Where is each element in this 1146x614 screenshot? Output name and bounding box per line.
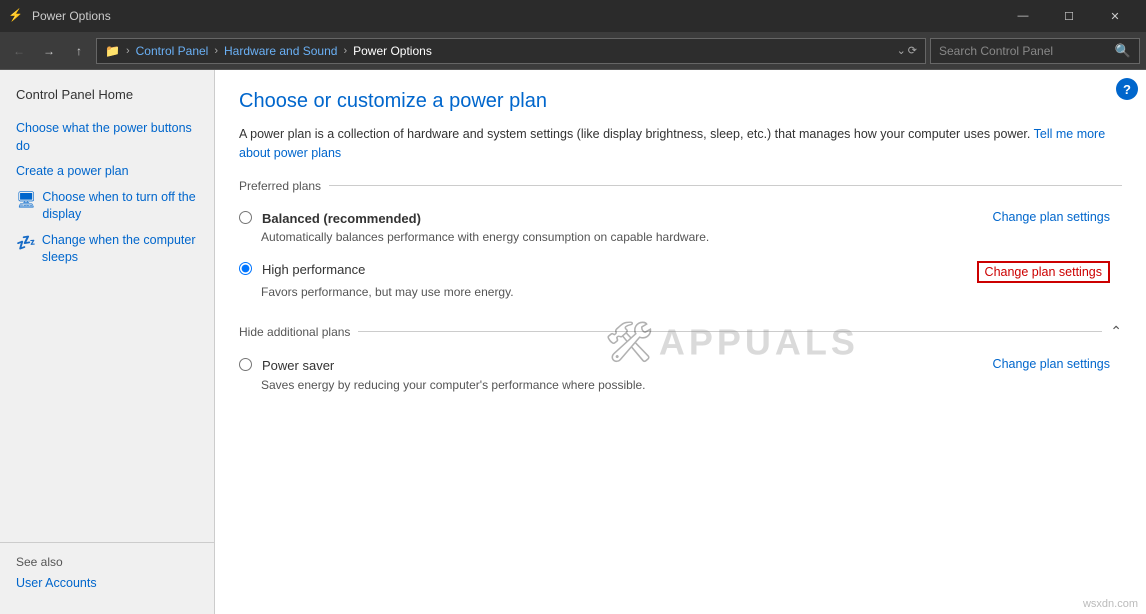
window-controls: — ☐ ✕ (1000, 0, 1138, 32)
plan-change-link-high-performance[interactable]: Change plan settings (977, 261, 1110, 283)
forward-button[interactable]: → (36, 38, 62, 64)
sidebar-user-accounts-link[interactable]: User Accounts (16, 576, 97, 590)
search-input[interactable] (939, 44, 1109, 58)
plan-left-high-performance: High performance (239, 260, 977, 280)
sidebar-home-link[interactable]: Control Panel Home (0, 82, 214, 108)
sidebar-item-turn-off-display[interactable]: 🖥 Choose when to turn off the display (0, 185, 214, 228)
breadcrumb-hardware-sound[interactable]: Hardware and Sound (224, 44, 337, 58)
content-description: A power plan is a collection of hardware… (239, 125, 1122, 163)
plan-radio-balanced[interactable] (239, 211, 252, 224)
sidebar-item-sleep[interactable]: 💤 Change when the computer sleeps (0, 228, 214, 271)
sidebar-item-power-buttons[interactable]: Choose what the power buttons do (0, 116, 214, 159)
up-button[interactable]: ↑ (66, 38, 92, 64)
sidebar-footer: See also User Accounts (0, 542, 214, 602)
close-button[interactable]: ✕ (1092, 0, 1138, 32)
display-icon: 🖥 (16, 190, 36, 212)
search-bar: 🔍 (930, 38, 1140, 64)
window-title: Power Options (32, 9, 992, 23)
title-bar: ⚡ Power Options — ☐ ✕ (0, 0, 1146, 32)
plan-change-link-balanced[interactable]: Change plan settings (993, 210, 1110, 224)
collapse-icon[interactable]: ⌃ (1110, 323, 1122, 340)
additional-plans-line (358, 331, 1102, 332)
back-button[interactable]: ← (6, 38, 32, 64)
sidebar-item-sleep-label: Change when the computer sleeps (42, 232, 198, 267)
refresh-icon[interactable]: ⟳ (908, 44, 917, 57)
sep2: › (214, 45, 218, 57)
plan-item-balanced: Balanced (recommended) Change plan setti… (239, 201, 1122, 253)
address-bar: 📁 › Control Panel › Hardware and Sound ›… (96, 38, 926, 64)
main-layout: Control Panel Home Choose what the power… (0, 70, 1146, 614)
plan-row-balanced: Balanced (recommended) Change plan setti… (239, 209, 1110, 229)
plan-radio-power-saver[interactable] (239, 358, 252, 371)
sidebar-item-create-plan[interactable]: Create a power plan (0, 159, 214, 185)
app-icon: ⚡ (8, 8, 24, 24)
address-chevron: ⌄ ⟳ (897, 44, 917, 57)
search-icon: 🔍 (1115, 43, 1131, 59)
plan-item-high-performance: High performance Change plan settings Fa… (239, 252, 1122, 307)
breadcrumb-control-panel[interactable]: Control Panel (136, 44, 209, 58)
plan-row-high-performance: High performance Change plan settings (239, 260, 1110, 283)
sidebar: Control Panel Home Choose what the power… (0, 70, 215, 614)
plan-name-power-saver: Power saver (262, 356, 334, 376)
see-also-label: See also (16, 555, 198, 569)
sidebar-main: Control Panel Home Choose what the power… (0, 82, 214, 542)
breadcrumb-icon: 📁 (105, 44, 120, 58)
plan-desc-balanced: Automatically balances performance with … (261, 230, 1110, 244)
page-title: Choose or customize a power plan (239, 90, 1122, 113)
additional-plans-label: Hide additional plans (239, 325, 350, 339)
plan-desc-power-saver: Saves energy by reducing your computer's… (261, 378, 1110, 392)
plan-name-high-performance: High performance (262, 260, 365, 280)
plan-desc-high-performance: Favors performance, but may use more ene… (261, 285, 1110, 299)
preferred-plans-line (329, 185, 1122, 186)
additional-plans-header: Hide additional plans ⌃ (239, 323, 1122, 340)
description-text: A power plan is a collection of hardware… (239, 127, 1034, 141)
maximize-button[interactable]: ☐ (1046, 0, 1092, 32)
plan-name-balanced: Balanced (recommended) (262, 209, 421, 229)
sleep-icon: 💤 (16, 233, 36, 255)
content-area: ? Choose or customize a power plan A pow… (215, 70, 1146, 614)
plan-left-power-saver: Power saver (239, 356, 993, 376)
plan-change-link-power-saver[interactable]: Change plan settings (993, 357, 1110, 371)
plan-left-balanced: Balanced (recommended) (239, 209, 993, 229)
breadcrumb-power-options: Power Options (353, 44, 432, 58)
nav-bar: ← → ↑ 📁 › Control Panel › Hardware and S… (0, 32, 1146, 70)
site-watermark: wsxdn.com (1083, 598, 1138, 610)
minimize-button[interactable]: — (1000, 0, 1046, 32)
sep3: › (343, 45, 347, 57)
dropdown-chevron-icon[interactable]: ⌄ (897, 44, 906, 57)
plan-row-power-saver: Power saver Change plan settings (239, 356, 1110, 376)
plan-radio-high-performance[interactable] (239, 262, 252, 275)
preferred-plans-header: Preferred plans (239, 179, 1122, 193)
help-button[interactable]: ? (1116, 78, 1138, 100)
preferred-plans-label: Preferred plans (239, 179, 321, 193)
sep1: › (126, 45, 130, 57)
sidebar-item-turn-off-display-label: Choose when to turn off the display (42, 189, 198, 224)
plan-item-power-saver: Power saver Change plan settings Saves e… (239, 348, 1122, 400)
